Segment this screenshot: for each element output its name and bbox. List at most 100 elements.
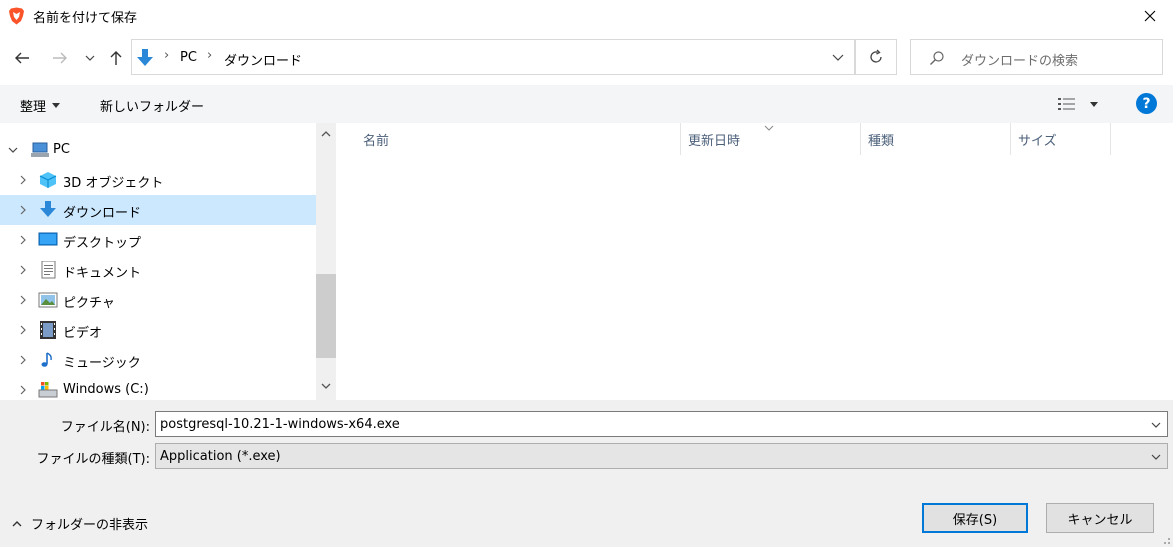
cancel-button[interactable]: キャンセル <box>1046 503 1154 533</box>
chevron-right-icon[interactable] <box>16 203 30 217</box>
help-button[interactable]: ? <box>1136 93 1157 114</box>
nav-item-label: ドキュメント <box>63 266 142 281</box>
nav-item[interactable]: Windows (C:) <box>0 375 316 400</box>
download-icon <box>40 201 56 217</box>
arrow-left-icon <box>15 52 29 64</box>
nav-item-label: デスクトップ <box>63 236 142 251</box>
nav-item[interactable]: ドキュメント <box>0 255 316 285</box>
window-title: 名前を付けて保存 <box>33 11 138 26</box>
view-options-button[interactable] <box>1058 97 1098 111</box>
command-bar: 整理 新しいフォルダー ? <box>0 85 1173 123</box>
caret-down-icon <box>52 103 61 108</box>
address-dropdown-button[interactable] <box>820 39 856 75</box>
navigation-pane: PC 3D オブジェクト ダウンロード デスクトップ ドキュメント ピクチャビデオミュージ… <box>0 123 316 400</box>
breadcrumb-pc[interactable]: PC <box>180 50 197 65</box>
brave-logo-icon <box>9 7 24 25</box>
organize-label: 整理 <box>20 100 47 115</box>
refresh-icon <box>870 49 882 63</box>
refresh-button[interactable] <box>855 39 897 75</box>
breadcrumb-downloads[interactable]: ダウンロード <box>224 50 302 69</box>
chevron-right-icon[interactable] <box>16 263 30 277</box>
search-icon <box>930 51 944 65</box>
drive-icon <box>38 382 58 398</box>
nav-item-label: Windows (C:) <box>63 382 149 397</box>
column-header-modified[interactable]: 更新日時 <box>688 123 740 155</box>
nav-item[interactable]: ピクチャ <box>0 285 316 315</box>
chevron-down-icon <box>85 55 95 61</box>
chevron-right-icon[interactable] <box>16 173 30 187</box>
arrow-right-icon <box>53 52 67 64</box>
filename-value: postgresql-10.21-1-windows-x64.exe <box>160 416 400 432</box>
column-header-size[interactable]: サイズ <box>1018 123 1057 155</box>
nav-scrollbar[interactable] <box>316 123 336 400</box>
up-button[interactable] <box>104 46 128 70</box>
filetype-value: Application (*.exe) <box>160 448 281 464</box>
chevron-right-icon[interactable] <box>16 323 30 337</box>
close-icon <box>1144 10 1156 22</box>
title-bar: 名前を付けて保存 <box>0 0 1173 32</box>
column-header-type[interactable]: 種類 <box>868 123 894 155</box>
forward-button[interactable] <box>48 46 72 70</box>
save-options-panel: ファイル名(N): postgresql-10.21-1-windows-x64… <box>0 400 1173 547</box>
video-icon <box>40 321 56 339</box>
chevron-down-icon <box>832 54 844 61</box>
chevron-up-icon <box>321 131 331 137</box>
hide-folders-label: フォルダーの非表示 <box>31 518 149 533</box>
address-bar[interactable]: › PC › ダウンロード <box>131 39 855 75</box>
chevron-down-icon[interactable] <box>1151 422 1161 428</box>
nav-item[interactable]: ミュージック <box>0 345 316 375</box>
nav-item-label: 3D オブジェクト <box>63 176 164 191</box>
save-button[interactable]: 保存(S) <box>922 503 1028 533</box>
caret-down-icon <box>1090 101 1098 107</box>
arrow-up-icon <box>110 51 122 65</box>
chevron-right-icon[interactable] <box>16 353 30 367</box>
column-header-name[interactable]: 名前 <box>363 123 389 155</box>
nav-item-label: PC <box>53 142 70 157</box>
column-divider[interactable] <box>1010 123 1011 155</box>
details-view-icon <box>1058 98 1075 110</box>
nav-item-label: ピクチャ <box>63 296 115 311</box>
column-divider[interactable] <box>1110 123 1111 155</box>
chevron-right-icon[interactable] <box>16 233 30 247</box>
column-divider[interactable] <box>860 123 861 155</box>
resize-grip-icon[interactable] <box>1160 534 1171 545</box>
download-icon <box>137 49 153 66</box>
nav-item[interactable]: ビデオ <box>0 315 316 345</box>
breadcrumb-separator-icon: › <box>164 48 170 63</box>
document-icon <box>41 261 56 279</box>
filetype-label: ファイルの種類(T): <box>36 452 150 467</box>
picture-icon <box>38 292 58 308</box>
filename-input[interactable]: postgresql-10.21-1-windows-x64.exe <box>155 411 1168 437</box>
nav-item[interactable]: ダウンロード <box>0 195 316 225</box>
desktop-icon <box>38 232 58 246</box>
column-divider[interactable] <box>680 123 681 155</box>
nav-item-label: ダウンロード <box>63 206 142 221</box>
chevron-down-icon[interactable] <box>6 143 20 157</box>
nav-item-label: ビデオ <box>63 326 103 341</box>
nav-item[interactable]: PC <box>0 135 316 165</box>
chevron-down-icon <box>321 383 331 389</box>
chevron-down-icon <box>1151 454 1161 460</box>
nav-item[interactable]: デスクトップ <box>0 225 316 255</box>
search-placeholder: ダウンロードの検索 <box>961 54 1079 69</box>
3d-objects-icon <box>39 172 57 188</box>
close-button[interactable] <box>1127 0 1173 32</box>
chevron-right-icon[interactable] <box>16 383 30 397</box>
filetype-select[interactable]: Application (*.exe) <box>155 443 1168 469</box>
music-icon <box>41 352 52 367</box>
hide-folders-button[interactable]: フォルダーの非表示 <box>12 514 148 533</box>
organize-button[interactable]: 整理 <box>20 96 61 115</box>
nav-item-label: ミュージック <box>63 356 141 371</box>
back-button[interactable] <box>10 46 34 70</box>
new-folder-button[interactable]: 新しいフォルダー <box>100 96 204 115</box>
nav-item[interactable]: 3D オブジェクト <box>0 165 316 195</box>
recent-locations-button[interactable] <box>80 46 100 70</box>
chevron-right-icon[interactable] <box>16 293 30 307</box>
breadcrumb-separator-icon: › <box>207 48 213 63</box>
filename-label: ファイル名(N): <box>60 420 150 435</box>
chevron-up-icon <box>12 520 22 526</box>
file-list[interactable]: 名前 更新日時 種類 サイズ <box>336 123 1173 400</box>
nav-scrollbar-thumb[interactable] <box>316 274 336 358</box>
search-box[interactable]: ダウンロードの検索 <box>910 39 1163 75</box>
pc-icon <box>31 142 49 157</box>
